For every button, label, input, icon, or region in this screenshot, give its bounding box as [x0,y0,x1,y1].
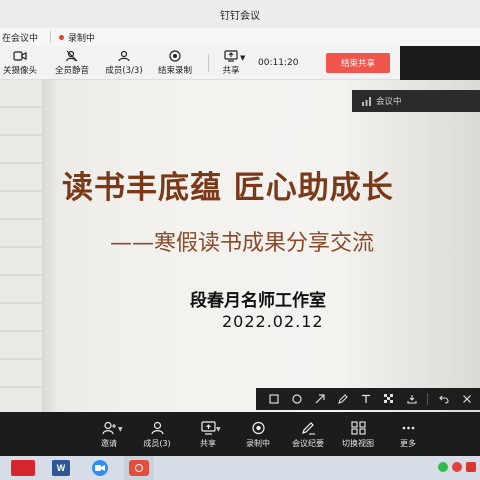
recording-button[interactable]: 录制中 [244,416,272,454]
slide-subtitle: ——寒假读书成果分享交流 [110,231,375,256]
more-icon [402,426,414,430]
meeting-controls-bar: 邀请 ▼ 成员(3) 共享 ▼ 录制中 会议纪要 切换视图 更多 [0,412,480,456]
square-icon[interactable] [262,388,285,410]
meeting-notes-icon [301,422,315,435]
arrow-icon[interactable] [308,388,331,410]
save-icon[interactable] [400,388,423,410]
share-label: 共享 [222,65,240,76]
members-label: 成员(3/3) [105,65,143,76]
invite-icon [101,421,116,435]
shared-slide: 读书丰底蕴 匠心助成长 ——寒假读书成果分享交流 段春月名师工作室 2022.0… [0,80,480,412]
invite-dropdown-icon[interactable]: ▼ [118,426,123,433]
video-call-icon[interactable] [88,456,112,480]
members-icon [118,50,130,61]
recording-dot-icon [59,34,65,40]
circle-icon[interactable] [285,388,308,410]
camera-app-icon[interactable] [124,456,154,480]
mute-all-icon [65,50,78,61]
meeting-notes-button[interactable]: 会议纪要 [290,416,326,454]
camera-off-label: 关摄像头 [2,65,37,76]
mosaic-icon[interactable] [377,388,400,410]
more-label: 更多 [400,439,416,448]
in-meeting-label: 在会议中 [2,33,39,44]
share-button[interactable]: 共享 [216,46,246,80]
close-icon[interactable] [455,388,478,410]
members-panel-button[interactable]: 成员(3) [142,416,172,454]
app-red-icon[interactable] [8,456,38,480]
mute-all-label: 全员静音 [54,65,89,76]
in-meeting-status: 在会议中 [0,28,44,46]
end-share-button[interactable]: 结束共享 [326,53,390,73]
stop-recording-label: 结束录制 [157,65,192,76]
toolbar-divider [208,54,209,72]
share-screen-icon [224,49,238,62]
pen-icon[interactable] [331,388,354,410]
meeting-status-badge[interactable]: 会议中 [352,90,480,112]
slide-studio-name: 段春月名师工作室 [190,291,326,311]
undo-icon[interactable] [432,388,455,410]
system-tray [438,462,476,472]
annotation-toolbar [256,388,480,410]
slide-background-wall [0,80,42,412]
more-button[interactable]: 更多 [396,416,420,454]
mute-all-button[interactable]: 全员静音 [52,46,92,80]
meeting-timer: 00:11:20 [258,58,299,68]
slide-title: 读书丰底蕴 匠心助成长 [62,170,394,206]
signal-bars-icon [362,96,371,106]
invite-label: 邀请 [101,439,117,448]
invite-button[interactable]: 邀请 [96,416,122,454]
share-dropdown-bottom-icon[interactable]: ▼ [216,426,221,433]
switch-view-button[interactable]: 切换视图 [340,416,376,454]
camera-off-button[interactable]: 关摄像头 [2,46,38,80]
app-tray-icon[interactable] [466,462,476,472]
window-title: 钉钉会议 [220,10,260,22]
grid-view-icon [350,421,366,435]
share-dropdown-icon[interactable]: ▼ [240,54,245,62]
camera-icon [13,50,27,61]
sharing-toolbar: 关摄像头 全员静音 成员(3/3) 结束录制 共享 ▼ 00:11:20 结束共… [0,46,400,80]
window-titlebar: 钉钉会议 [0,0,480,28]
recording-icon[interactable] [452,462,462,472]
recording-status: 录制中 [57,28,101,46]
word-icon[interactable]: W [48,456,74,480]
meeting-badge-label: 会议中 [376,97,402,107]
wechat-icon[interactable] [438,462,448,472]
share-screen-button[interactable]: 共享 [196,416,220,454]
share-screen-bottom-icon [200,421,216,435]
text-icon[interactable] [354,388,377,410]
status-divider [50,31,52,43]
windows-taskbar: W [0,456,480,480]
annotation-divider [427,393,428,405]
stop-recording-button[interactable]: 结束录制 [156,46,194,80]
members-panel-icon [150,421,164,435]
members-button[interactable]: 成员(3/3) [104,46,144,80]
slide-shadow [42,80,58,412]
stop-record-icon [169,49,181,62]
slide-date: 2022.02.12 [222,312,324,331]
recording-button-label: 录制中 [246,439,270,448]
members-panel-label: 成员(3) [143,439,171,448]
meeting-notes-label: 会议纪要 [292,439,324,448]
share-screen-label: 共享 [200,439,216,448]
switch-view-label: 切换视图 [342,439,374,448]
meeting-status-bar: 在会议中 录制中 [0,28,480,46]
recording-label: 录制中 [68,33,96,44]
record-icon [251,421,265,435]
